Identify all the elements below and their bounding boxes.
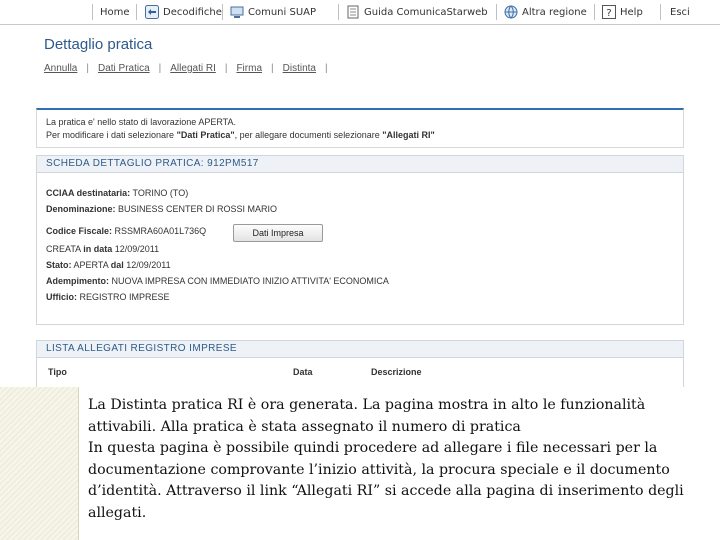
- top-toolbar: Home Decodifiche Comuni SUAP Guida Comun…: [0, 0, 720, 25]
- info-text: , per allegare documenti selezionare: [234, 130, 383, 140]
- stato-value: APERTA: [73, 260, 109, 270]
- creata-prefix: CREATA: [46, 244, 81, 254]
- adempimento-row: Adempimento: NUOVA IMPRESA CON IMMEDIATO…: [46, 276, 389, 286]
- stato-date: 12/09/2011: [126, 260, 171, 270]
- codice-fiscale-value: RSSMRA60A01L736Q: [114, 226, 207, 236]
- detail-panel: SCHEDA DETTAGLIO PRATICA: 912PM517 CCIAA…: [36, 155, 684, 325]
- toolbar-separator: [222, 4, 223, 20]
- column-header-tipo[interactable]: Tipo: [48, 367, 67, 377]
- toolbar-comuni-suap-button[interactable]: Comuni SUAP: [230, 3, 316, 21]
- attachments-panel: LISTA ALLEGATI REGISTRO IMPRESE Tipo Dat…: [36, 340, 684, 389]
- detail-panel-header: SCHEDA DETTAGLIO PRATICA: 912PM517: [37, 156, 683, 173]
- page-title: Dettaglio pratica: [44, 36, 153, 53]
- toolbar-decodifiche-button[interactable]: Decodifiche: [145, 3, 222, 21]
- pratica-subnav: Annulla | Dati Pratica | Allegati RI | Firma | D…: [44, 63, 328, 74]
- toolbar-decodifiche-label: Decodifiche: [163, 6, 222, 18]
- book-icon: [346, 5, 360, 19]
- svg-text:?: ?: [606, 8, 611, 19]
- toolbar-home-button[interactable]: Home: [100, 3, 130, 21]
- toolbar-help-label: Help: [620, 6, 643, 18]
- codice-fiscale-row: Codice Fiscale: RSSMRA60A01L736Q: [46, 226, 206, 236]
- codice-fiscale-label: Codice Fiscale:: [46, 226, 113, 236]
- column-header-data[interactable]: Data: [293, 367, 313, 377]
- ufficio-label: Ufficio:: [46, 292, 77, 302]
- toolbar-separator: [338, 4, 339, 20]
- toolbar-separator: [660, 4, 661, 20]
- toolbar-separator: [136, 4, 137, 20]
- attachments-panel-header: LISTA ALLEGATI REGISTRO IMPRESE: [37, 341, 683, 358]
- dati-impresa-button[interactable]: Dati Impresa: [233, 224, 323, 242]
- toolbar-altra-regione-label: Altra regione: [522, 6, 587, 18]
- subnav-distinta-link[interactable]: Distinta: [283, 63, 316, 74]
- status-info-line2: Per modificare i dati selezionare "Dati …: [46, 130, 435, 140]
- toolbar-esci-label: Esci: [670, 6, 690, 18]
- toolbar-comuni-suap-label: Comuni SUAP: [248, 6, 317, 18]
- denominazione-label: Denominazione:: [46, 204, 116, 214]
- toolbar-guida-label: Guida ComunicaStarweb: [364, 6, 488, 18]
- stato-label: Stato:: [46, 260, 72, 270]
- subnav-firma-link[interactable]: Firma: [236, 63, 262, 74]
- slide-caption: La Distinta pratica RI è ora generata. L…: [0, 387, 720, 540]
- decode-arrows-icon: [145, 5, 159, 19]
- adempimento-label: Adempimento:: [46, 276, 109, 286]
- cciaa-label: CCIAA destinataria:: [46, 188, 131, 198]
- ufficio-value: REGISTRO IMPRESE: [79, 292, 170, 302]
- denominazione-row: Denominazione: BUSINESS CENTER DI ROSSI …: [46, 204, 277, 214]
- caption-decoration: [0, 387, 79, 540]
- toolbar-separator: [496, 4, 497, 20]
- caption-text: La Distinta pratica RI è ora generata. L…: [88, 395, 708, 524]
- info-text: Per modificare i dati selezionare: [46, 130, 177, 140]
- caption-paragraph: In questa pagina è possibile quindi proc…: [88, 440, 684, 521]
- subnav-allegati-ri-link[interactable]: Allegati RI: [170, 63, 216, 74]
- stato-row: Stato: APERTA dal 12/09/2011: [46, 260, 171, 270]
- denominazione-value: BUSINESS CENTER DI ROSSI MARIO: [118, 204, 278, 214]
- globe-icon: [504, 5, 518, 19]
- toolbar-help-button[interactable]: ? Help: [602, 3, 643, 21]
- creata-row: CREATA in data 12/09/2011: [46, 244, 159, 254]
- help-icon: ?: [602, 5, 616, 19]
- status-info-box: La pratica e' nello stato di lavorazione…: [36, 108, 684, 148]
- cciaa-value: TORINO (TO): [132, 188, 189, 198]
- computer-icon: [230, 5, 244, 19]
- column-header-descrizione[interactable]: Descrizione: [371, 367, 422, 377]
- toolbar-separator: [92, 4, 93, 20]
- toolbar-esci-button[interactable]: Esci: [670, 3, 690, 21]
- info-bold-text: "Allegati RI": [382, 130, 435, 140]
- toolbar-guida-button[interactable]: Guida ComunicaStarweb: [346, 3, 488, 21]
- adempimento-value: NUOVA IMPRESA CON IMMEDIATO INIZIO ATTIV…: [111, 276, 389, 286]
- toolbar-home-label: Home: [100, 6, 130, 18]
- info-bold-text: "Dati Pratica": [176, 130, 235, 140]
- cciaa-row: CCIAA destinataria: TORINO (TO): [46, 188, 188, 198]
- stato-dal-label: dal: [110, 260, 124, 270]
- toolbar-altra-regione-button[interactable]: Altra regione: [504, 3, 587, 21]
- creata-label: in data: [83, 244, 113, 254]
- caption-paragraph: La Distinta pratica RI è ora generata. L…: [88, 397, 646, 435]
- subnav-annulla-link[interactable]: Annulla: [44, 63, 77, 74]
- subnav-dati-pratica-link[interactable]: Dati Pratica: [98, 63, 150, 74]
- creata-value: 12/09/2011: [114, 244, 160, 254]
- status-info-line1: La pratica e' nello stato di lavorazione…: [46, 117, 236, 127]
- ufficio-row: Ufficio: REGISTRO IMPRESE: [46, 292, 170, 302]
- toolbar-separator: [594, 4, 595, 20]
